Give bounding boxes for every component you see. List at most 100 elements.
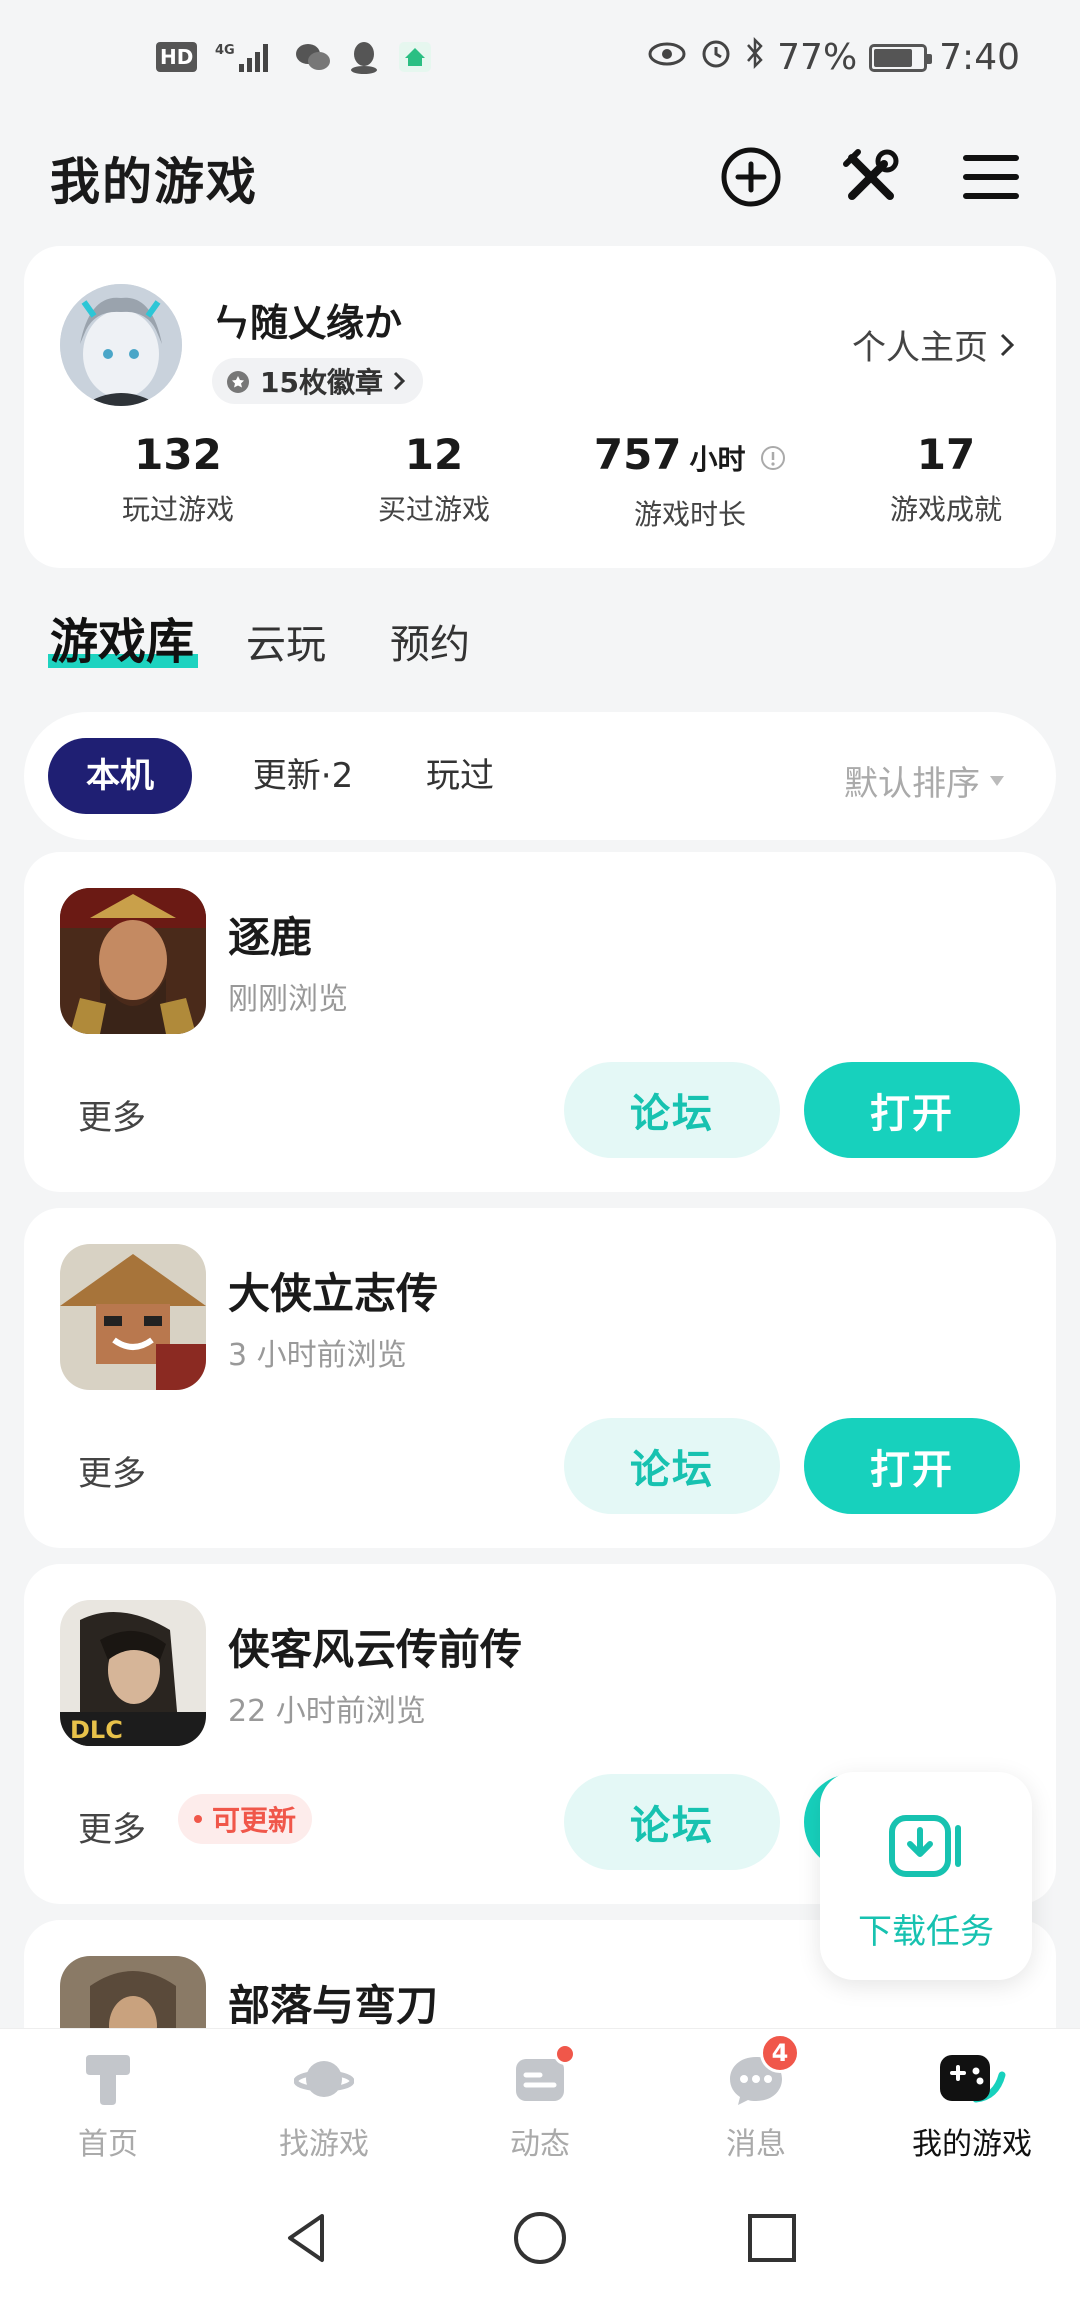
new-activity-dot (554, 2043, 576, 2065)
svg-text:DLC: DLC (70, 1716, 123, 1744)
forum-button[interactable]: 论坛 (564, 1062, 780, 1158)
game-last-viewed: 3 小时前浏览 (228, 1338, 407, 1373)
chevron-right-icon (393, 371, 406, 391)
nav-item-messages[interactable]: 4 消息 (648, 2029, 864, 2169)
nav-item-home[interactable]: 首页 (0, 2029, 216, 2169)
sort-label: 默认排序 (844, 764, 980, 804)
nav-item-feed[interactable]: 动态 (432, 2029, 648, 2169)
info-icon[interactable] (760, 445, 786, 471)
badge-count-label: 15枚徽章 (260, 366, 383, 399)
download-tasks-label: 下载任务 (858, 1912, 994, 1952)
game-title: 侠客风云传前传 (228, 1625, 523, 1674)
nav-label: 消息 (726, 2127, 786, 2162)
alarm-icon (699, 36, 733, 79)
profile-stats: 132 玩过游戏 12 买过游戏 757 小时 游戏时长 17 游戏成就 (24, 428, 1056, 538)
chevron-right-icon (1000, 333, 1015, 356)
filter-bar: 本机 更新·2 玩过 默认排序 (24, 712, 1056, 840)
stat-played[interactable]: 132 玩过游戏 (68, 428, 288, 528)
back-icon[interactable] (278, 2208, 338, 2268)
medal-icon (227, 371, 249, 393)
forum-button[interactable]: 论坛 (564, 1774, 780, 1870)
more-button[interactable]: 更多 (78, 1802, 146, 1851)
app-header: 我的游戏 (0, 120, 1080, 230)
stat-bought[interactable]: 12 买过游戏 (324, 428, 544, 528)
nav-label: 我的游戏 (912, 2127, 1032, 2162)
home-circle-icon[interactable] (510, 2208, 570, 2268)
planet-icon (294, 2061, 354, 2097)
open-button[interactable]: 打开 (804, 1418, 1020, 1514)
svg-text:4G: 4G (215, 43, 235, 58)
update-available-badge[interactable]: 可更新 (178, 1794, 313, 1844)
badge-count-pill[interactable]: 15枚徽章 (212, 358, 423, 404)
stat-achievements[interactable]: 17 游戏成就 (836, 428, 1056, 528)
more-button[interactable]: 更多 (78, 1090, 146, 1139)
game-title: 大侠立志传 (228, 1269, 439, 1318)
profile-homepage-link[interactable]: 个人主页 (852, 320, 1016, 369)
stat-playtime[interactable]: 757 小时 游戏时长 (580, 428, 800, 533)
home-icon (86, 2055, 130, 2105)
tab-library[interactable]: 游戏库 (48, 602, 198, 672)
battery-percent: 77% (777, 37, 858, 78)
unread-count-badge: 4 (760, 2033, 800, 2073)
game-icon[interactable] (60, 1244, 206, 1390)
stat-value: 12 (404, 430, 464, 479)
tab-reservation[interactable]: 预约 (390, 612, 470, 670)
stat-value: 757 (593, 430, 682, 479)
bluetooth-icon (745, 36, 765, 79)
stat-label: 买过游戏 (377, 493, 490, 526)
nav-item-my-games[interactable]: 我的游戏 (864, 2029, 1080, 2169)
system-nav-bar (0, 2168, 1080, 2310)
tab-cloud[interactable]: 云玩 (246, 612, 326, 670)
nav-item-find-games[interactable]: 找游戏 (216, 2029, 432, 2169)
game-card[interactable]: 逐鹿 刚刚浏览 更多 论坛 打开 (24, 852, 1056, 1192)
sort-dropdown[interactable]: 默认排序 (844, 756, 1004, 805)
avatar[interactable] (60, 284, 182, 406)
wechat-icon (295, 40, 331, 74)
game-icon[interactable]: DLC (60, 1600, 206, 1746)
menu-button[interactable] (956, 142, 1026, 212)
stat-label: 游戏时长 (633, 498, 746, 531)
bottom-nav: 首页 找游戏 动态 4 消息 我的游戏 (0, 2028, 1080, 2168)
stat-label: 游戏成就 (889, 493, 1002, 526)
homepage-label: 个人主页 (852, 328, 988, 368)
stat-label: 玩过游戏 (121, 493, 234, 526)
profile-card[interactable]: ㄣ随乂缘か 15枚徽章 个人主页 132 玩过游戏 12 买过游戏 757 小时 … (24, 246, 1056, 568)
qq-icon (349, 40, 379, 74)
game-title: 部落与弯刀 (228, 1981, 439, 2030)
forum-button[interactable]: 论坛 (564, 1418, 780, 1514)
tab-library-label: 游戏库 (50, 614, 195, 670)
stat-unit: 小时 (689, 443, 746, 476)
status-left-icons: HD 4G (156, 40, 433, 74)
hd-indicator: HD (156, 42, 198, 72)
tools-button[interactable] (836, 142, 906, 212)
signal-icon: 4G (215, 40, 277, 74)
chip-updates[interactable]: 更新·2 (228, 738, 378, 814)
download-tasks-button[interactable]: 下载任务 (820, 1772, 1032, 1980)
clock-time: 7:40 (939, 37, 1020, 78)
add-button[interactable] (716, 142, 786, 212)
game-card[interactable]: 大侠立志传 3 小时前浏览 更多 论坛 打开 (24, 1208, 1056, 1548)
tools-icon (843, 149, 899, 200)
chip-played[interactable]: 玩过 (400, 738, 520, 814)
stat-value: 17 (916, 430, 976, 479)
gamepad-icon (940, 2055, 1006, 2103)
eye-icon (647, 37, 687, 78)
menu-icon (963, 155, 1019, 199)
dot-icon (194, 1815, 202, 1823)
status-right-icons: 77% 7:40 (647, 36, 1020, 79)
page-title: 我的游戏 (50, 153, 258, 211)
caret-down-icon (990, 775, 1004, 786)
username: ㄣ随乂缘か (212, 301, 403, 345)
vpn-home-icon (397, 40, 433, 74)
game-icon[interactable] (60, 888, 206, 1034)
status-bar: HD 4G 77% 7:40 (0, 0, 1080, 120)
more-button[interactable]: 更多 (78, 1446, 146, 1495)
download-icon (889, 1815, 961, 1877)
chip-local[interactable]: 本机 (48, 738, 192, 814)
game-title: 逐鹿 (228, 913, 313, 962)
nav-label: 首页 (78, 2127, 138, 2162)
nav-label: 找游戏 (279, 2127, 369, 2162)
open-button[interactable]: 打开 (804, 1062, 1020, 1158)
game-last-viewed: 22 小时前浏览 (228, 1694, 426, 1729)
recents-icon[interactable] (742, 2208, 802, 2268)
